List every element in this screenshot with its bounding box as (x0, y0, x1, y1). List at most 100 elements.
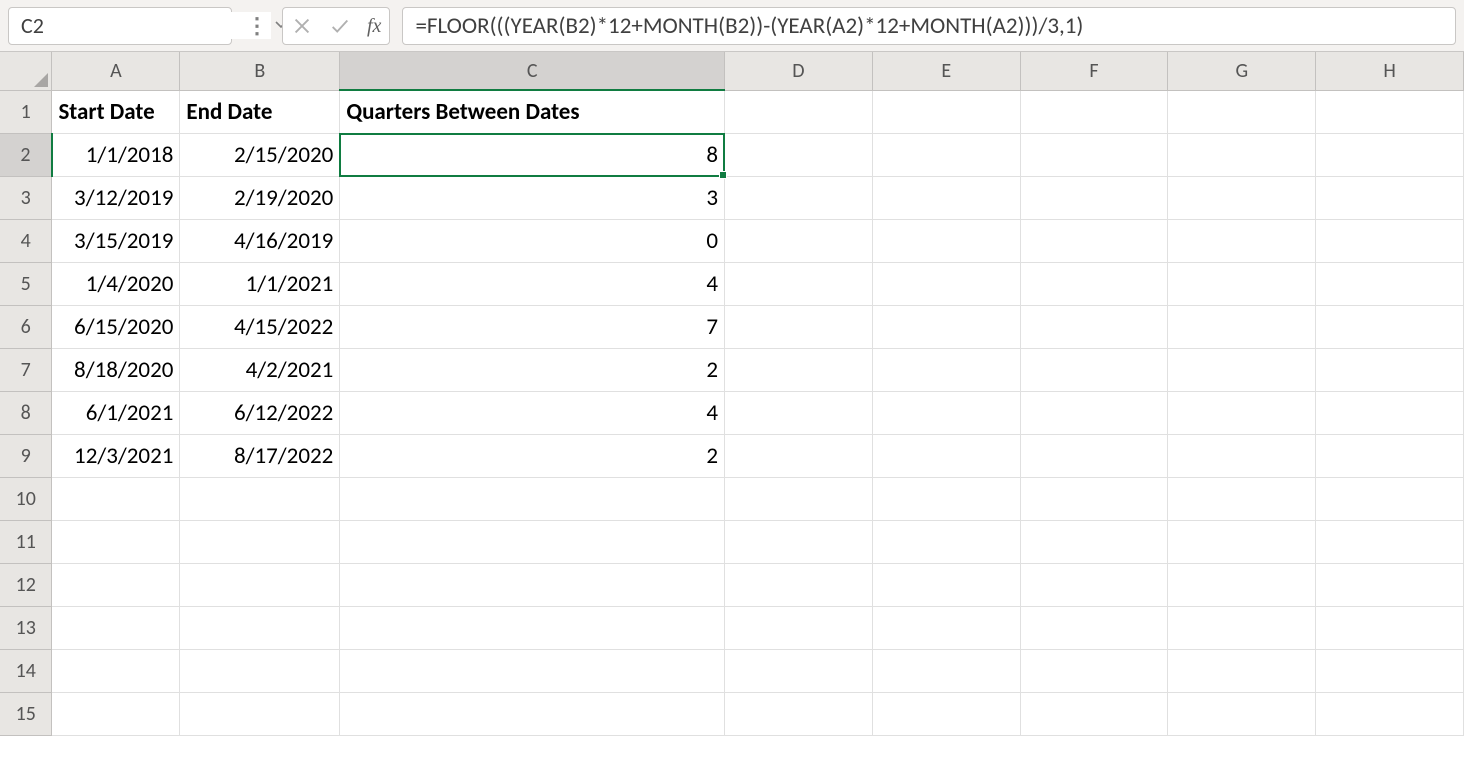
cell-header-a[interactable]: Start Date (52, 90, 180, 133)
cancel-icon[interactable] (291, 15, 313, 37)
cell[interactable] (1168, 563, 1316, 606)
cell[interactable] (1168, 176, 1316, 219)
row-header[interactable]: 1 (0, 90, 52, 133)
cell[interactable]: 4/15/2022 (180, 305, 340, 348)
cell[interactable] (340, 606, 725, 649)
cell[interactable] (725, 133, 873, 176)
formula-input-wrap[interactable] (402, 7, 1456, 45)
cell[interactable]: 0 (340, 219, 725, 262)
cell[interactable] (340, 520, 725, 563)
cell[interactable] (1316, 606, 1464, 649)
cell[interactable]: 2 (340, 434, 725, 477)
cell[interactable]: 3/12/2019 (52, 176, 180, 219)
cell[interactable] (1020, 90, 1168, 133)
cell[interactable] (1020, 563, 1168, 606)
cell[interactable] (725, 219, 873, 262)
cell[interactable] (1168, 133, 1316, 176)
row-header[interactable]: 7 (0, 348, 52, 391)
cell[interactable] (1020, 176, 1168, 219)
cell[interactable] (1316, 219, 1464, 262)
cell[interactable] (1020, 434, 1168, 477)
cell[interactable] (872, 348, 1020, 391)
cell[interactable] (725, 176, 873, 219)
cell[interactable] (872, 563, 1020, 606)
cell[interactable]: 2/15/2020 (180, 133, 340, 176)
cell[interactable]: 4 (340, 262, 725, 305)
cell[interactable]: 8/18/2020 (52, 348, 180, 391)
cell[interactable]: 4 (340, 391, 725, 434)
col-header-b[interactable]: B (180, 52, 340, 90)
cell[interactable] (52, 692, 180, 735)
cell[interactable] (872, 391, 1020, 434)
cell[interactable]: 4/16/2019 (180, 219, 340, 262)
cell[interactable] (180, 692, 340, 735)
cell[interactable] (180, 649, 340, 692)
row-header[interactable]: 13 (0, 606, 52, 649)
cell[interactable] (340, 649, 725, 692)
cell[interactable] (1168, 434, 1316, 477)
cell[interactable] (52, 563, 180, 606)
cell[interactable] (725, 305, 873, 348)
cell[interactable] (1316, 649, 1464, 692)
cell[interactable] (1020, 133, 1168, 176)
name-box-input[interactable] (21, 12, 271, 39)
cell[interactable] (1316, 520, 1464, 563)
row-header[interactable]: 6 (0, 305, 52, 348)
cell[interactable] (872, 90, 1020, 133)
cell[interactable] (1020, 649, 1168, 692)
cell[interactable] (1316, 262, 1464, 305)
cell[interactable] (1168, 649, 1316, 692)
cell[interactable]: 1/4/2020 (52, 262, 180, 305)
insert-function-icon[interactable]: fx (367, 16, 381, 36)
cell[interactable] (340, 477, 725, 520)
col-header-h[interactable]: H (1316, 52, 1464, 90)
cell[interactable] (1316, 348, 1464, 391)
row-header[interactable]: 11 (0, 520, 52, 563)
cell[interactable] (1168, 606, 1316, 649)
cell[interactable] (1020, 305, 1168, 348)
row-header[interactable]: 14 (0, 649, 52, 692)
cell[interactable] (1316, 90, 1464, 133)
select-all-corner[interactable] (0, 52, 52, 90)
cell[interactable] (725, 649, 873, 692)
cell[interactable] (872, 606, 1020, 649)
row-header[interactable]: 4 (0, 219, 52, 262)
col-header-f[interactable]: F (1020, 52, 1168, 90)
cell[interactable] (1020, 348, 1168, 391)
cell[interactable] (872, 219, 1020, 262)
cell[interactable] (1168, 391, 1316, 434)
cell[interactable] (872, 692, 1020, 735)
cell[interactable] (340, 563, 725, 606)
cell[interactable]: 6/12/2022 (180, 391, 340, 434)
cell[interactable] (725, 90, 873, 133)
cell-header-b[interactable]: End Date (180, 90, 340, 133)
cell[interactable] (725, 477, 873, 520)
cell[interactable] (1020, 606, 1168, 649)
cell[interactable] (725, 520, 873, 563)
cell[interactable] (1168, 262, 1316, 305)
cell[interactable] (1168, 477, 1316, 520)
cell[interactable] (340, 692, 725, 735)
cell[interactable]: 6/15/2020 (52, 305, 180, 348)
col-header-g[interactable]: G (1168, 52, 1316, 90)
cell[interactable] (1020, 219, 1168, 262)
cell[interactable] (725, 348, 873, 391)
row-header[interactable]: 8 (0, 391, 52, 434)
cell[interactable] (1168, 692, 1316, 735)
cell[interactable]: 2/19/2020 (180, 176, 340, 219)
cell[interactable] (872, 434, 1020, 477)
cell[interactable] (52, 649, 180, 692)
enter-icon[interactable] (329, 15, 351, 37)
cell[interactable] (1316, 434, 1464, 477)
cell[interactable] (1168, 348, 1316, 391)
cell[interactable] (1168, 90, 1316, 133)
cell[interactable] (1316, 692, 1464, 735)
cell[interactable] (1168, 305, 1316, 348)
cell[interactable] (1168, 219, 1316, 262)
row-header[interactable]: 5 (0, 262, 52, 305)
col-header-e[interactable]: E (872, 52, 1020, 90)
row-header[interactable]: 3 (0, 176, 52, 219)
cell-header-c[interactable]: Quarters Between Dates (340, 90, 725, 133)
cell[interactable] (1316, 133, 1464, 176)
cell[interactable]: 1/1/2021 (180, 262, 340, 305)
